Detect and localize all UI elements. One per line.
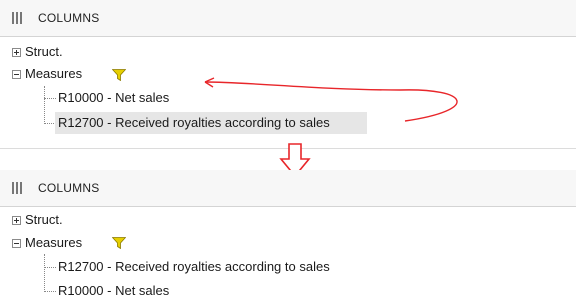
expand-plus-icon[interactable]	[12, 216, 21, 225]
tree-node-label: R10000 - Net sales	[58, 283, 170, 298]
columns-title: COLUMNS	[38, 181, 100, 195]
tree-connector	[44, 291, 56, 292]
columns-icon	[12, 182, 24, 194]
tree-node-label: Measures	[25, 235, 83, 250]
funnel-icon[interactable]	[112, 237, 126, 249]
collapse-minus-icon[interactable]	[12, 239, 21, 248]
tree-connector	[44, 267, 56, 268]
tree-node-label: R12700 - Received royalties according to…	[58, 259, 330, 274]
tree-connector	[44, 254, 45, 292]
columns-panel-after: COLUMNS Struct. Measures R12700 - Receiv…	[0, 170, 576, 301]
tree-node-label: Struct.	[25, 212, 63, 227]
columns-header: COLUMNS	[0, 170, 576, 207]
